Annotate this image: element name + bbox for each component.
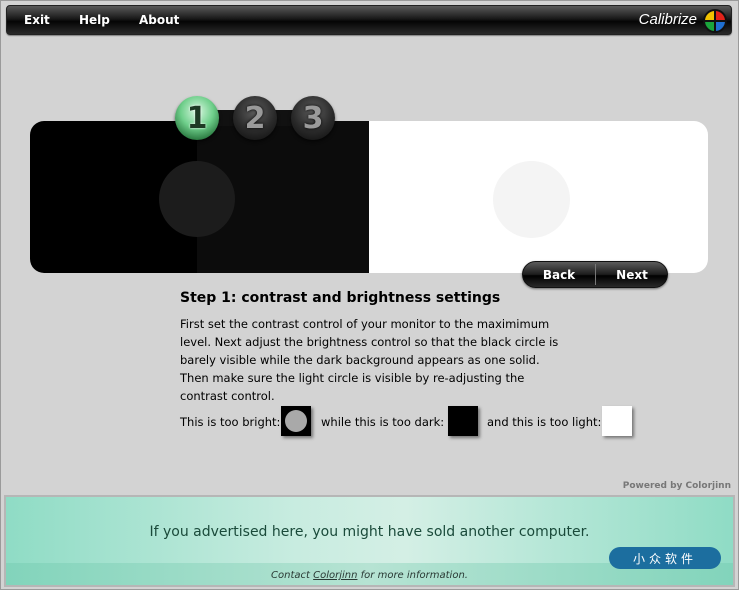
too-dark-swatch — [448, 406, 478, 436]
calibration-panel — [30, 121, 708, 273]
menu-help[interactable]: Help — [79, 13, 110, 27]
app-brand: Calibrize — [638, 11, 697, 28]
next-button[interactable]: Next — [596, 262, 668, 287]
instruction-line: Then make sure the light circle is visib… — [180, 371, 525, 385]
step-title: Step 1: contrast and brightness settings — [180, 290, 501, 306]
instruction-line: barely visible while the dark background… — [180, 353, 540, 367]
instruction-line: First set the contrast control of your m… — [180, 317, 550, 331]
menu-bar: Exit Help About Calibrize — [6, 5, 732, 35]
colorjinn-link[interactable]: Colorjinn — [313, 570, 357, 581]
powered-by: Powered by Colorjinn — [622, 481, 731, 491]
too-bright-circle — [285, 410, 307, 432]
step-3-indicator[interactable]: 3 — [291, 96, 335, 140]
watermark-badge: 小众软件 — [609, 547, 721, 569]
menu-exit[interactable]: Exit — [24, 13, 50, 27]
step-1-indicator[interactable]: 1 — [175, 96, 219, 140]
instruction-line: contrast control. — [180, 389, 275, 403]
calibrize-logo-icon — [703, 9, 727, 33]
back-button[interactable]: Back — [523, 262, 595, 287]
step-instructions: First set the contrast control of your m… — [180, 315, 560, 405]
menu-about[interactable]: About — [139, 13, 179, 27]
too-light-label: and this is too light: — [487, 415, 602, 429]
light-circle — [493, 161, 570, 238]
instruction-line: level. Next adjust the brightness contro… — [180, 335, 559, 349]
black-circle — [159, 161, 235, 237]
ad-contact: Contact Colorjinn for more information. — [6, 570, 733, 581]
too-bright-swatch — [281, 406, 311, 436]
too-dark-label: while this is too dark: — [321, 415, 445, 429]
step-2-indicator[interactable]: 2 — [233, 96, 277, 140]
ad-banner[interactable]: If you advertised here, you might have s… — [4, 495, 735, 587]
too-light-swatch — [602, 406, 632, 436]
navigation-buttons: Back Next — [522, 261, 668, 288]
ad-contact-suffix: for more information. — [360, 570, 468, 581]
ad-contact-prefix: Contact — [271, 570, 310, 581]
ad-headline: If you advertised here, you might have s… — [149, 524, 590, 540]
too-bright-label: This is too bright: — [180, 415, 281, 429]
